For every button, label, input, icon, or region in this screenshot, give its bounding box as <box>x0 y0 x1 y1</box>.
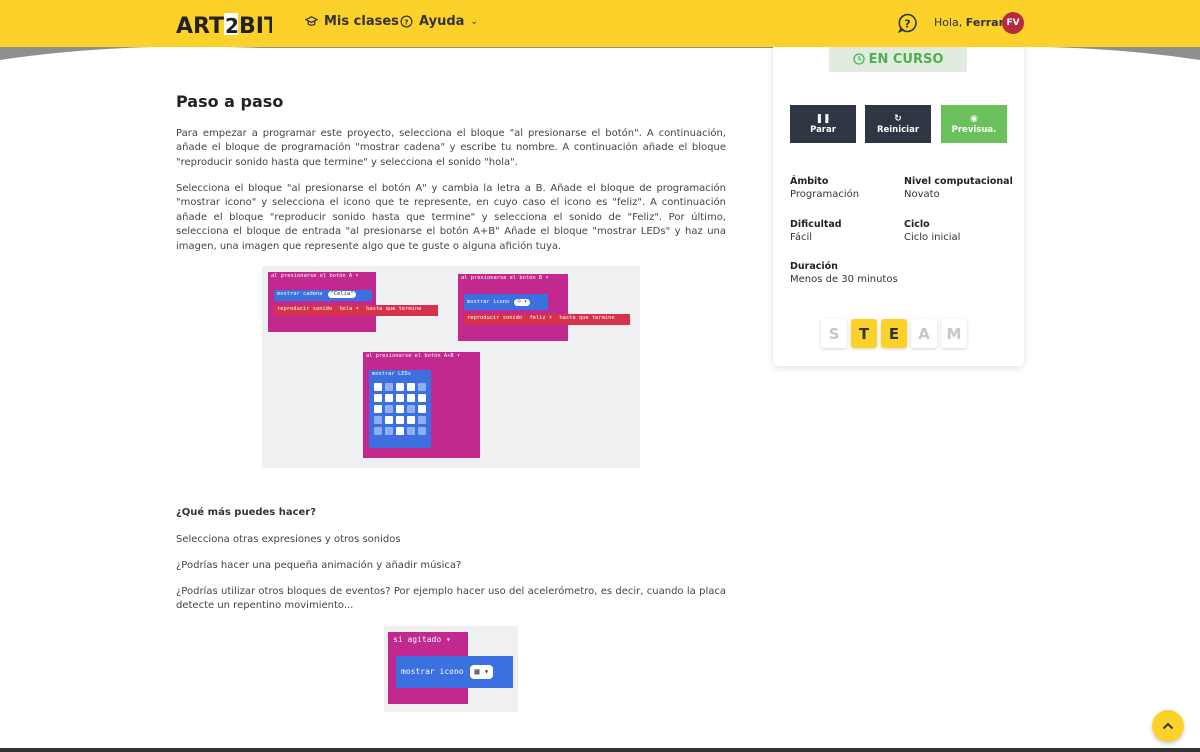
steam-tags: S T E A M <box>821 319 967 348</box>
refresh-icon: ↻ <box>894 113 902 124</box>
meta-duracion-label: Duración <box>790 261 838 272</box>
block-event-b: al presionarse el botón B ▾ <box>461 275 549 281</box>
steam-t: T <box>851 319 877 348</box>
block-show-leds: mostrar LEDs <box>369 370 431 448</box>
meta-duracion: Duración Menos de 30 minutos <box>790 260 898 286</box>
section-title-paso-a-paso: Paso a paso <box>176 92 284 111</box>
block-play-sound-a-until: hasta que termine <box>366 306 422 312</box>
nav-mis-clases-label: Mis clases <box>324 14 399 29</box>
block-play-sound-a: reproducir sonido hola ▾ hasta que termi… <box>274 305 438 316</box>
pause-icon: ❚❚ <box>815 113 831 124</box>
paragraph-steps: Selecciona el bloque "al presionarse el … <box>176 183 726 252</box>
stop-button-label: Parar <box>810 124 836 135</box>
graduation-cap-icon <box>305 16 318 26</box>
section-title-que-mas: ¿Qué más puedes hacer? <box>176 507 317 518</box>
svg-text:ART: ART <box>176 14 224 38</box>
meta-nivel: Nivel computacional Novato <box>904 175 1013 201</box>
block-show-string: mostrar cadena "Celia" <box>274 290 372 301</box>
nav-mis-clases[interactable]: Mis clases <box>305 14 399 29</box>
steam-e: E <box>881 319 907 348</box>
block-event-ab: al presionarse el botón A+B ▾ <box>366 353 461 359</box>
chevron-down-icon: ⌄ <box>470 16 478 27</box>
status-badge: EN CURSO <box>829 46 967 72</box>
user-name: Ferran <box>965 16 1007 29</box>
nav-ayuda-label: Ayuda <box>419 14 465 29</box>
suggestion-1: Selecciona otras expresiones y otros son… <box>176 534 401 545</box>
top-header: ART 2 BIT Mis clases ? Ayuda ⌄ ? Hola, F… <box>0 0 1200 47</box>
block-play-sound-a-value: hola ▾ <box>339 306 359 312</box>
heart-grid-icon: ▦ ▾ <box>470 665 493 679</box>
block-group-button-a: al presionarse el botón A ▾ <box>268 272 376 332</box>
block-show-icon-label: mostrar icono <box>467 299 510 305</box>
meta-ciclo-label: Ciclo <box>904 219 930 230</box>
svg-text:?: ? <box>904 17 910 30</box>
happy-face-icon: ☺ ▾ <box>514 299 531 306</box>
meta-duracion-value: Menos de 30 minutos <box>790 274 898 285</box>
preview-button[interactable]: ◉ Previsua. <box>941 105 1007 143</box>
block-show-leds-label: mostrar LEDs <box>372 371 411 377</box>
block-play-sound-a-label: reproducir sonido <box>277 306 333 312</box>
bottom-bar <box>0 748 1200 752</box>
restart-button-label: Reiniciar <box>876 124 920 135</box>
restart-button[interactable]: ↻ Reiniciar <box>865 105 931 143</box>
steam-a: A <box>911 319 937 348</box>
avatar[interactable]: FV <box>1002 12 1024 34</box>
clock-icon <box>852 53 865 65</box>
steam-m: M <box>941 319 967 348</box>
status-text: EN CURSO <box>868 51 944 67</box>
block-event-a: al presionarse el botón A ▾ <box>271 273 359 279</box>
makecode-shake-image: si agitado ▾ mostrar icono ▦ ▾ <box>384 626 518 712</box>
meta-ambito: Ámbito Programación <box>790 175 859 201</box>
project-info-card: EN CURSO ❚❚ Parar ↻ Reiniciar ◉ Previsua… <box>773 30 1024 366</box>
user-greeting: Hola, Ferran <box>934 16 1006 29</box>
meta-dificultad-value: Fácil <box>790 232 813 243</box>
scroll-to-top-button[interactable] <box>1152 710 1184 742</box>
block-show-string-label: mostrar cadena <box>277 291 323 297</box>
block-play-sound-b: reproducir sonido feliz ▾ hasta que term… <box>464 314 630 325</box>
meta-dificultad-label: Dificultad <box>790 219 842 230</box>
stop-button[interactable]: ❚❚ Parar <box>790 105 856 143</box>
suggestion-2: ¿Podrías hacer una pequeña animación y a… <box>176 560 462 571</box>
svg-text:2: 2 <box>225 14 239 38</box>
meta-dificultad: Dificultad Fácil <box>790 218 842 244</box>
meta-ambito-value: Programación <box>790 189 860 200</box>
block-show-icon: mostrar icono ☺ ▾ <box>464 294 548 310</box>
meta-nivel-value: Novato <box>904 189 940 200</box>
meta-ciclo: Ciclo Ciclo inicial <box>904 218 960 244</box>
eye-icon: ◉ <box>970 113 978 124</box>
block-show-string-value: "Celia" <box>327 291 357 298</box>
block-shake-show-icon-label: mostrar icono <box>401 667 464 676</box>
steam-s: S <box>821 319 847 348</box>
block-play-sound-b-value: feliz ▾ <box>529 315 553 321</box>
art2bit-logo[interactable]: ART 2 BIT <box>176 10 272 38</box>
svg-text:BIT: BIT <box>239 14 272 38</box>
greeting-text: Hola, <box>934 16 963 29</box>
question-bubble-icon[interactable]: ? <box>898 13 918 33</box>
block-shake-show-icon: mostrar icono ▦ ▾ <box>396 656 513 688</box>
meta-ambito-label: Ámbito <box>790 176 829 187</box>
suggestion-3: ¿Podrías utilizar otros bloques de event… <box>176 586 726 612</box>
led-grid-icon <box>374 383 426 435</box>
meta-ciclo-value: Ciclo inicial <box>904 232 961 243</box>
nav-ayuda-dropdown[interactable]: ? Ayuda ⌄ <box>400 14 478 29</box>
makecode-blocks-image: al presionarse el botón A ▾ mostrar cade… <box>262 266 640 468</box>
preview-button-label: Previsua. <box>951 124 997 135</box>
paragraph-intro: Para empezar a programar este proyecto, … <box>176 128 726 168</box>
chevron-up-icon <box>1162 722 1174 730</box>
block-play-sound-b-until: hasta que termine <box>559 315 615 321</box>
block-play-sound-b-label: reproducir sonido <box>467 315 523 321</box>
help-circle-icon: ? <box>400 15 413 28</box>
svg-text:?: ? <box>404 17 408 26</box>
block-event-shake: si agitado ▾ <box>393 635 451 644</box>
meta-nivel-label: Nivel computacional <box>904 176 1013 187</box>
